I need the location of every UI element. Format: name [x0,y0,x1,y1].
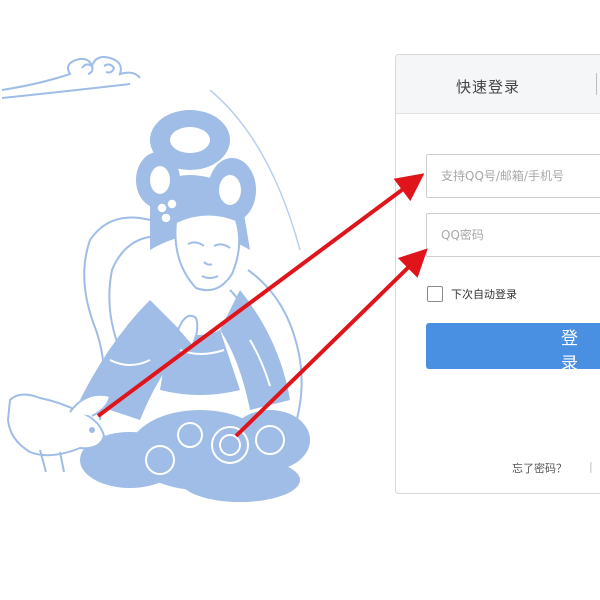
remember-login-option[interactable]: 下次自动登录 [427,286,517,302]
cloud-ornament-top [1,56,141,99]
screenshot-stage: 快速登录 下次自动登录 登 录 忘了密码？ | [0,0,600,600]
remember-login-label: 下次自动登录 [451,288,517,301]
account-field[interactable] [426,154,600,198]
password-field[interactable] [426,213,600,257]
tab-quick-login[interactable]: 快速登录 [456,76,520,97]
remember-login-checkbox[interactable] [427,286,443,302]
change-rabbit-illustration [1,56,310,502]
forgot-password-link[interactable]: 忘了密码？ [512,460,567,476]
login-button[interactable]: 登 录 [426,323,600,374]
login-panel-header: 快速登录 [396,55,600,114]
account-input[interactable] [427,155,600,197]
login-panel: 快速登录 下次自动登录 登 录 忘了密码？ | [395,54,600,494]
tab-divider [596,73,597,95]
footer-separator: | [589,460,593,473]
password-input[interactable] [427,214,600,256]
